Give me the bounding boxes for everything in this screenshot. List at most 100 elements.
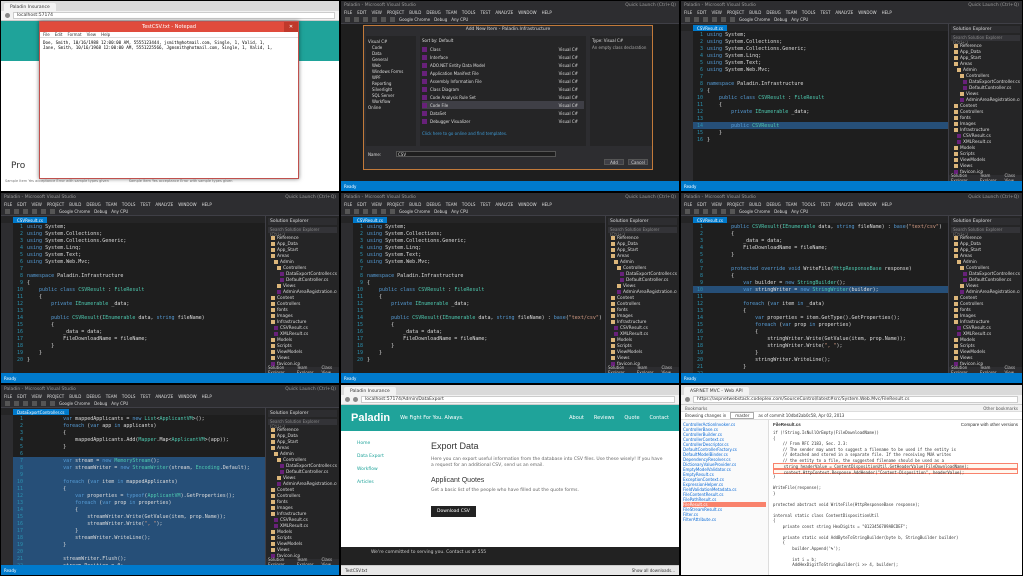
menu-item[interactable]: VIEW [711, 10, 721, 15]
code-editor[interactable]: 1 var mappedApplicants = new List<Applic… [13, 415, 265, 575]
toolbar-button[interactable] [23, 401, 28, 406]
menu-item[interactable]: TEST [820, 202, 830, 207]
toolbar-config[interactable]: Debug [774, 209, 787, 214]
menu-item[interactable]: TEST [140, 202, 150, 207]
toolbar-button[interactable] [721, 17, 726, 22]
other-bookmarks[interactable]: Other bookmarks [983, 406, 1018, 411]
menu-item[interactable]: TOOLS [122, 394, 136, 399]
menu-item[interactable]: HELP [542, 10, 552, 15]
menu-item[interactable]: TOOLS [122, 202, 136, 207]
template-item[interactable]: Code File Visual C# [422, 101, 584, 109]
menu-item[interactable]: HELP [202, 394, 212, 399]
template-item[interactable]: Class Diagram Visual C# [422, 85, 584, 93]
quick-launch[interactable]: Quick Launch (Ctrl+Q) [625, 195, 676, 200]
toolbar-config[interactable]: Debug [94, 401, 107, 406]
menu-item[interactable]: HELP [542, 202, 552, 207]
toolbar-platform[interactable]: Any CPU [791, 17, 808, 22]
menu-item[interactable]: TOOLS [802, 202, 816, 207]
menu-item[interactable]: TOOLS [462, 10, 476, 15]
toolbar-button[interactable] [32, 401, 37, 406]
quick-launch[interactable]: Quick Launch (Ctrl+Q) [285, 387, 336, 392]
reload-icon[interactable] [353, 397, 358, 402]
online-link[interactable]: Click here to go online and find templat… [422, 131, 584, 136]
menu-item[interactable]: PROJECT [727, 202, 744, 207]
toolbar-button[interactable] [354, 209, 359, 214]
url-field[interactable]: localhost:57174 [13, 12, 335, 19]
toolbar-platform[interactable]: Any CPU [451, 209, 468, 214]
quick-launch[interactable]: Quick Launch (Ctrl+Q) [968, 3, 1019, 8]
template-item[interactable]: Class Visual C# [422, 45, 584, 53]
toolbar-button[interactable] [41, 209, 46, 214]
toolbar-run_target[interactable]: Google Chrome [59, 401, 90, 406]
menu-item[interactable]: DEBUG [766, 202, 780, 207]
template-item[interactable]: Code Analysis Rule Set Visual C# [422, 93, 584, 101]
nav-contact[interactable]: Contact [650, 415, 669, 421]
menu-item[interactable]: BUILD [69, 394, 81, 399]
code-editor[interactable]: 1 using System; 2 using System.Collections;… [693, 31, 948, 181]
menu-item[interactable]: HELP [202, 202, 212, 207]
toolbar-button[interactable] [685, 17, 690, 22]
menu-item[interactable]: TEST [480, 202, 490, 207]
back-icon[interactable] [5, 13, 10, 18]
toolbar-button[interactable] [390, 209, 395, 214]
menu-item[interactable]: DEBUG [426, 10, 440, 15]
toolbar-run_target[interactable]: Google Chrome [399, 17, 430, 22]
template-item[interactable]: Assembly Information File Visual C# [422, 77, 584, 85]
toolbar-button[interactable] [381, 209, 386, 214]
menu-item[interactable]: HELP [882, 202, 892, 207]
menu-item[interactable]: TEST [480, 10, 490, 15]
back-icon[interactable] [685, 397, 690, 402]
nav-quote[interactable]: Quote [624, 415, 639, 421]
toolbar-button[interactable] [50, 401, 55, 406]
toolbar-run_target[interactable]: Google Chrome [739, 209, 770, 214]
template-item[interactable]: Debugger Visualizer Visual C# [422, 117, 584, 125]
toolbar-button[interactable] [5, 209, 10, 214]
show-all-downloads[interactable]: Show all downloads... [632, 568, 675, 573]
toolbar-button[interactable] [390, 17, 395, 22]
toolbar-platform[interactable]: Any CPU [111, 401, 128, 406]
nav-reviews[interactable]: Reviews [594, 415, 614, 421]
branch-select[interactable]: master [730, 412, 755, 419]
menu-item[interactable]: WINDOW [858, 10, 876, 15]
menu-item[interactable]: DEBUG [426, 202, 440, 207]
toolbar-button[interactable] [363, 209, 368, 214]
template-item[interactable]: Application Manifest File Visual C# [422, 69, 584, 77]
nav-about[interactable]: About [569, 415, 584, 421]
menu-edit[interactable]: Edit [55, 32, 63, 37]
menu-item[interactable]: WINDOW [858, 202, 876, 207]
menu-item[interactable]: TEAM [786, 10, 797, 15]
toolbar-button[interactable] [345, 209, 350, 214]
menu-item[interactable]: DEBUG [766, 10, 780, 15]
menu-item[interactable]: BUILD [409, 10, 421, 15]
menu-item[interactable]: FILE [684, 10, 692, 15]
menu-item[interactable]: VIEW [371, 10, 381, 15]
toolbar-button[interactable] [712, 17, 717, 22]
menu-item[interactable]: FILE [684, 202, 692, 207]
code-editor[interactable]: 1 using System; 2 using System.Collections;… [353, 223, 605, 373]
side-workflow[interactable]: Workflow [357, 467, 407, 472]
solution-search[interactable]: Search Solution Explorer (Ctrl+;) [268, 419, 337, 429]
menu-item[interactable]: PROJECT [47, 394, 64, 399]
toolbar-button[interactable] [703, 209, 708, 214]
menu-item[interactable]: BUILD [409, 202, 421, 207]
menu-help[interactable]: Help [101, 32, 110, 37]
menu-item[interactable]: WINDOW [178, 394, 196, 399]
menu-item[interactable]: FILE [4, 202, 12, 207]
toolbar-button[interactable] [345, 17, 350, 22]
toolbar-run_target[interactable]: Google Chrome [739, 17, 770, 22]
toolbar-button[interactable] [694, 209, 699, 214]
solution-search[interactable]: Search Solution Explorer (Ctrl+;) [608, 227, 677, 237]
menu-item[interactable]: EDIT [357, 202, 366, 207]
menu-item[interactable]: TOOLS [802, 10, 816, 15]
toolbar-button[interactable] [703, 17, 708, 22]
menu-item[interactable]: WINDOW [518, 10, 536, 15]
menu-item[interactable]: PROJECT [47, 202, 64, 207]
toolbar-button[interactable] [14, 401, 19, 406]
bookmarks-label[interactable]: Bookmarks [685, 406, 707, 411]
toolbar-platform[interactable]: Any CPU [111, 209, 128, 214]
menu-item[interactable]: ANALYZE [155, 202, 173, 207]
side-home[interactable]: Home [357, 441, 407, 446]
toolbar-platform[interactable]: Any CPU [791, 209, 808, 214]
download-csv-button[interactable]: Download CSV [431, 506, 476, 517]
toolbar-button[interactable] [712, 209, 717, 214]
